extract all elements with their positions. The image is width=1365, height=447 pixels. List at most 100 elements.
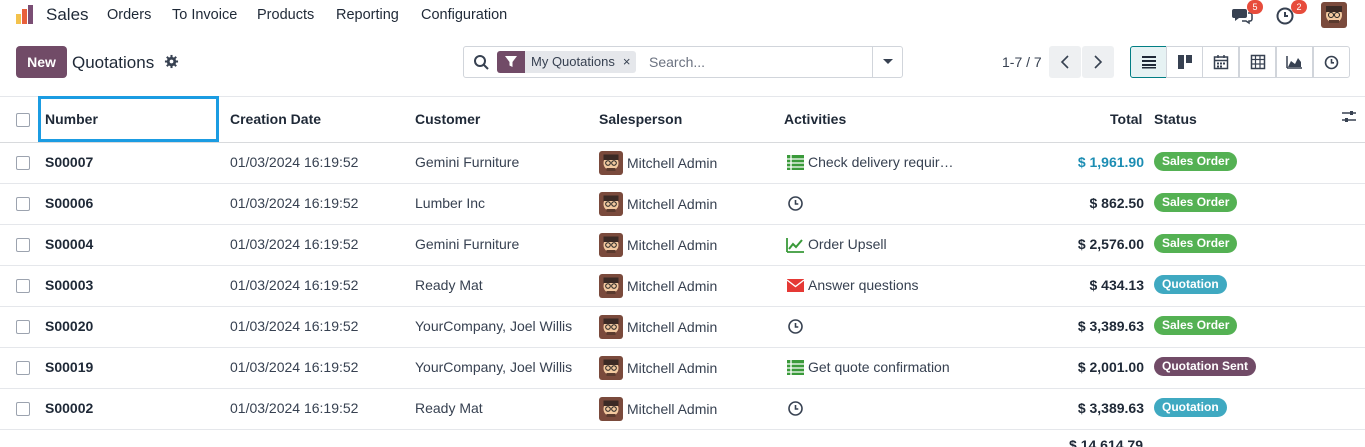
salesperson-avatar (599, 233, 623, 257)
list-icon (1141, 56, 1156, 69)
activity-summary[interactable]: Get quote confirmation (808, 359, 950, 375)
menu-reporting[interactable]: Reporting (336, 7, 399, 23)
menu-to-invoice[interactable]: To Invoice (172, 7, 237, 23)
creation-date: 01/03/2024 16:19:52 (230, 195, 359, 211)
row-checkbox[interactable] (16, 197, 30, 211)
table-row[interactable]: S00006 01/03/2024 16:19:52 Lumber Inc Mi… (0, 184, 1365, 225)
row-checkbox[interactable] (16, 361, 30, 375)
graph-view-button[interactable] (1276, 46, 1313, 78)
menu-products[interactable]: Products (257, 7, 314, 23)
salesperson: Mitchell Admin (627, 278, 718, 294)
column-customer[interactable]: Customer (415, 111, 480, 127)
activity-view-button[interactable] (1313, 46, 1350, 78)
page-title: Quotations (72, 53, 155, 72)
pivot-table-icon (1250, 54, 1265, 70)
creation-date: 01/03/2024 16:19:52 (230, 318, 359, 334)
column-activities[interactable]: Activities (784, 111, 846, 127)
salesperson: Mitchell Admin (627, 360, 718, 376)
chart-line-icon[interactable] (786, 235, 805, 254)
salesperson: Mitchell Admin (627, 155, 718, 171)
app-name[interactable]: Sales (46, 5, 89, 25)
customer: Ready Mat (415, 277, 483, 293)
table-row[interactable]: S00020 01/03/2024 16:19:52 YourCompany, … (0, 307, 1365, 348)
clock-icon[interactable] (786, 194, 805, 213)
menu-configuration[interactable]: Configuration (421, 7, 507, 23)
order-total: $ 3,389.63 (1077, 318, 1144, 334)
status-badge: Quotation (1154, 398, 1227, 417)
creation-date: 01/03/2024 16:19:52 (230, 277, 359, 293)
menu-orders[interactable]: Orders (107, 7, 151, 23)
row-checkbox[interactable] (16, 238, 30, 252)
table-row[interactable]: S00007 01/03/2024 16:19:52 Gemini Furnit… (0, 143, 1365, 184)
activity-summary[interactable]: Order Upsell (808, 236, 887, 252)
table-row[interactable]: S00002 01/03/2024 16:19:52 Ready Mat Mit… (0, 389, 1365, 430)
kanban-view-button[interactable] (1166, 46, 1203, 78)
order-number: S00020 (45, 318, 94, 334)
customer: YourCompany, Joel Willis (415, 318, 573, 334)
pager-previous-button[interactable] (1049, 46, 1081, 78)
order-number: S00004 (45, 236, 94, 252)
salesperson-avatar (599, 274, 623, 298)
status-badge: Sales Order (1154, 234, 1238, 253)
status-badge: Quotation (1154, 275, 1227, 294)
sales-app-icon[interactable] (15, 4, 37, 26)
pager-value[interactable]: 1-7 / 7 (1002, 54, 1042, 70)
row-checkbox[interactable] (16, 402, 30, 416)
select-all-checkbox[interactable] (16, 113, 30, 127)
order-total: $ 2,001.00 (1077, 359, 1144, 375)
top-navbar: Sales Orders To Invoice Products Reporti… (0, 0, 1365, 30)
activities-badge: 2 (1291, 0, 1307, 14)
customer: Lumber Inc (415, 195, 486, 211)
order-total: $ 434.13 (1089, 277, 1145, 293)
list-icon[interactable] (786, 153, 805, 172)
chevron-left-icon (1060, 55, 1069, 69)
customer: Gemini Furniture (415, 154, 520, 170)
list-icon[interactable] (786, 358, 805, 377)
caret-down-icon (882, 59, 893, 64)
clock-icon (1324, 55, 1339, 69)
order-number: S00003 (45, 277, 94, 293)
activities-button[interactable]: 2 (1275, 0, 1307, 26)
salesperson: Mitchell Admin (627, 196, 718, 212)
clock-icon[interactable] (786, 317, 805, 336)
table-row[interactable]: S00019 01/03/2024 16:19:52 YourCompany, … (0, 348, 1365, 389)
salesperson-avatar (599, 315, 623, 339)
status-badge: Quotation Sent (1154, 357, 1256, 376)
column-total[interactable]: Total (1110, 111, 1142, 127)
optional-columns-icon[interactable] (1341, 109, 1357, 125)
creation-date: 01/03/2024 16:19:52 (230, 359, 359, 375)
table-row[interactable]: S00003 01/03/2024 16:19:52 Ready Mat Mit… (0, 266, 1365, 307)
calendar-icon (1213, 55, 1228, 70)
row-checkbox[interactable] (16, 279, 30, 293)
envelope-icon[interactable] (786, 276, 805, 295)
search-bar: My Quotations × (463, 46, 903, 78)
gear-icon[interactable] (164, 54, 179, 69)
row-checkbox[interactable] (16, 156, 30, 170)
order-number: S00019 (45, 359, 94, 375)
activity-summary[interactable]: Answer questions (808, 277, 919, 293)
search-icon[interactable] (473, 54, 490, 71)
column-status[interactable]: Status (1154, 111, 1197, 127)
table-row[interactable]: S00004 01/03/2024 16:19:52 Gemini Furnit… (0, 225, 1365, 266)
pivot-view-button[interactable] (1239, 46, 1276, 78)
column-creation-date[interactable]: Creation Date (230, 111, 321, 127)
creation-date: 01/03/2024 16:19:52 (230, 236, 359, 252)
row-checkbox[interactable] (16, 320, 30, 334)
calendar-view-button[interactable] (1202, 46, 1239, 78)
facet-remove-button[interactable]: × (620, 51, 637, 73)
customer: Gemini Furniture (415, 236, 520, 252)
search-options-toggle[interactable] (872, 47, 902, 77)
chevron-right-icon (1094, 55, 1103, 69)
messages-button[interactable]: 5 (1231, 0, 1263, 26)
user-avatar[interactable] (1321, 2, 1347, 28)
new-button[interactable]: New (16, 46, 67, 78)
pager-next-button[interactable] (1082, 46, 1114, 78)
search-input[interactable] (649, 52, 869, 72)
list-view-button[interactable] (1130, 46, 1167, 78)
activity-summary[interactable]: Check delivery requir… (808, 154, 954, 170)
status-badge: Sales Order (1154, 193, 1238, 212)
order-total: $ 1,961.90 (1077, 154, 1144, 170)
clock-icon[interactable] (786, 399, 805, 418)
status-badge: Sales Order (1154, 152, 1238, 171)
column-salesperson[interactable]: Salesperson (599, 111, 682, 127)
